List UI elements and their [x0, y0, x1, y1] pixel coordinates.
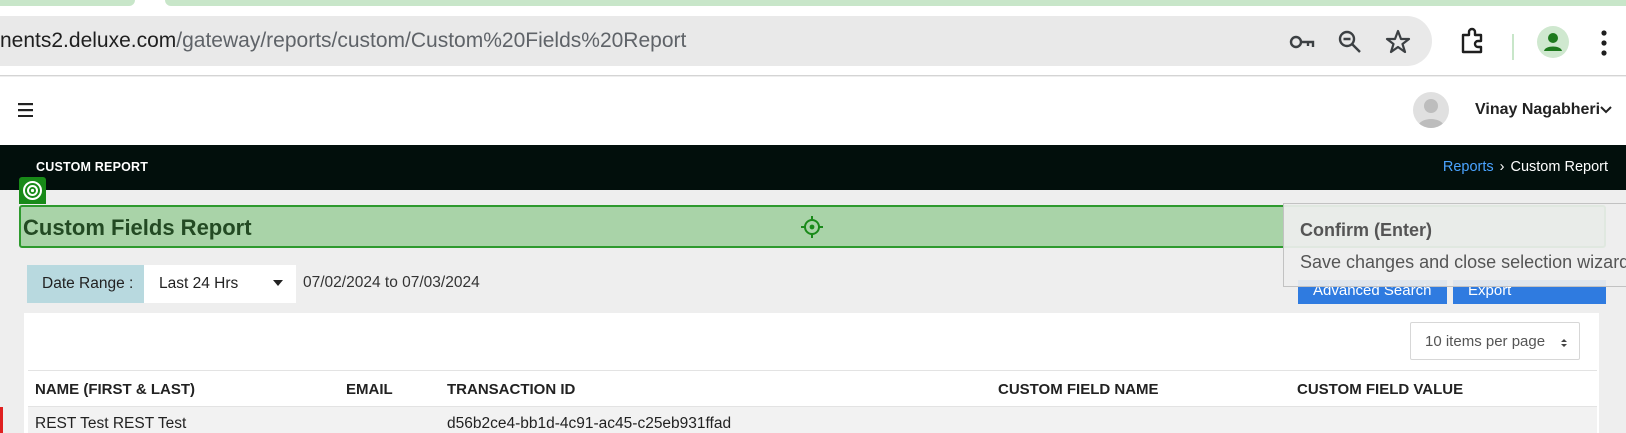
person-icon [1544, 33, 1562, 51]
tooltip-description: Save changes and close selection wizard. [1300, 252, 1626, 272]
breadcrumb: Reports › Custom Report [1443, 159, 1608, 175]
star-icon[interactable] [1384, 28, 1412, 56]
date-range-label: Date Range : [27, 265, 144, 303]
column-header-transaction-id[interactable]: TRANSACTION ID [447, 381, 575, 398]
browser-tab[interactable] [0, 0, 135, 6]
tooltip-title: Confirm (Enter) [1300, 220, 1432, 240]
section-title: CUSTOM REPORT [36, 160, 149, 174]
user-name[interactable]: Vinay Nagabheri [1475, 101, 1600, 119]
table-header: NAME (FIRST & LAST) EMAIL TRANSACTION ID… [28, 370, 1597, 407]
caret-down-icon [273, 280, 283, 286]
app-header: Vinay Nagabheri [0, 77, 1626, 145]
extensions-icon[interactable] [1456, 24, 1490, 58]
cell-name: REST Test REST Test [35, 415, 187, 432]
table-row[interactable]: REST Test REST Test d56b2ce4-bb1d-4c91-a… [28, 407, 1597, 433]
chevron-down-icon[interactable] [1600, 105, 1612, 115]
url-text[interactable]: nents2.deluxe.com/gateway/reports/custom… [0, 29, 686, 53]
zoom-icon[interactable] [1336, 28, 1364, 56]
page-titlebar: CUSTOM REPORT Reports › Custom Report [0, 145, 1626, 190]
breadcrumb-current: Custom Report [1510, 159, 1608, 175]
hamburger-icon[interactable] [18, 103, 36, 117]
items-per-page-select[interactable]: 10 items per page [1410, 322, 1580, 360]
target-icon[interactable] [19, 177, 46, 204]
tab-strip [0, 0, 1626, 8]
url-path: /gateway/reports/custom/Custom%20Fields%… [176, 29, 687, 52]
sort-arrows-icon [1561, 339, 1567, 347]
column-header-custom-field-name[interactable]: CUSTOM FIELD NAME [998, 381, 1159, 398]
edge-marker [0, 407, 3, 433]
user-icon [1417, 99, 1445, 128]
url-host: nents2.deluxe.com [0, 29, 177, 52]
address-bar[interactable]: nents2.deluxe.com/gateway/reports/custom… [0, 16, 1432, 66]
date-range-value: Last 24 Hrs [159, 275, 239, 292]
chevron-right-icon: › [1499, 159, 1505, 175]
browser-toolbar: nents2.deluxe.com/gateway/reports/custom… [0, 8, 1626, 76]
toolbar-divider [1512, 34, 1514, 60]
column-header-custom-field-value[interactable]: CUSTOM FIELD VALUE [1297, 381, 1463, 398]
profile-icon[interactable] [1537, 26, 1569, 58]
crosshair-icon[interactable] [800, 215, 824, 239]
key-icon[interactable] [1288, 28, 1316, 56]
more-icon[interactable] [1601, 30, 1607, 56]
page-title: Custom Fields Report [23, 215, 252, 240]
date-range-select[interactable]: Last 24 Hrs [144, 265, 296, 303]
date-span-text: 07/02/2024 to 07/03/2024 [303, 274, 480, 291]
items-per-page-value: 10 items per page [1425, 333, 1546, 350]
avatar[interactable] [1413, 92, 1449, 128]
column-header-email[interactable]: EMAIL [346, 381, 393, 398]
browser-tab[interactable] [165, 0, 1626, 6]
column-header-name[interactable]: NAME (FIRST & LAST) [35, 381, 195, 398]
cell-transaction-id: d56b2ce4-bb1d-4c91-ac45-c25eb931ffad [447, 415, 732, 432]
breadcrumb-link-reports[interactable]: Reports [1443, 159, 1494, 175]
confirm-tooltip: Confirm (Enter) Save changes and close s… [1283, 203, 1626, 287]
